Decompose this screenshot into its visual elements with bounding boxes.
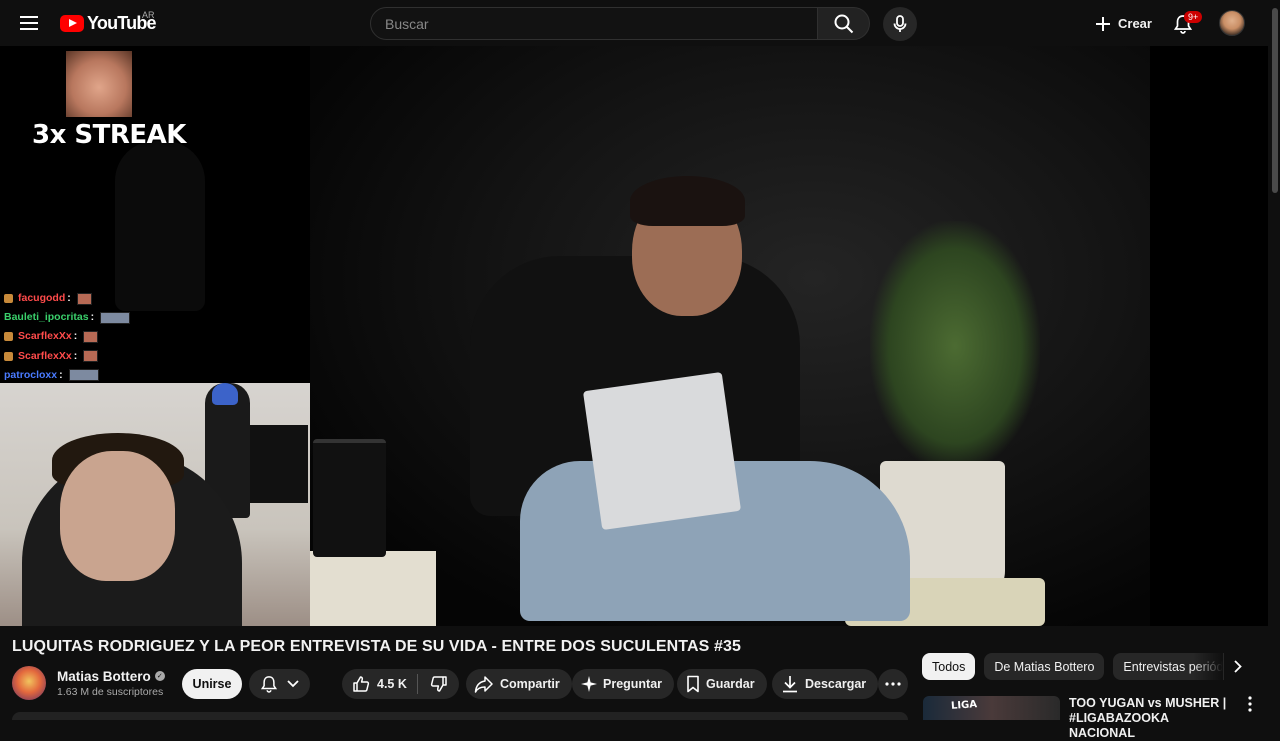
pedestal-image: [310, 551, 436, 626]
create-button[interactable]: Crear: [1086, 7, 1164, 40]
chat-badge-icon: [4, 294, 13, 304]
chat-emote: [68, 369, 99, 382]
chat-emote: [83, 350, 99, 363]
video-title: LUQUITAS RODRIGUEZ Y LA PEOR ENTREVISTA …: [12, 638, 741, 655]
more-actions-button[interactable]: [878, 669, 908, 699]
thumbnail-text: LIGA: [950, 699, 978, 712]
chips-next-button[interactable]: [1224, 653, 1251, 680]
chat-message: ScarflexXx :: [4, 347, 130, 366]
chat-username: Bauleti_ipocritas: [4, 311, 89, 324]
channel-name-link[interactable]: Matias Bottero ✓: [57, 669, 165, 684]
search-icon: [834, 14, 853, 33]
channel-avatar[interactable]: [12, 666, 46, 700]
chip-todos[interactable]: Todos: [922, 653, 976, 680]
dislike-button[interactable]: [418, 669, 459, 699]
plus-icon: [1096, 16, 1110, 31]
streak-emote-image: [66, 51, 132, 117]
channel-info: Matias Bottero ✓ 1.63 M de suscriptores: [12, 666, 165, 700]
sparkle-icon: [581, 676, 597, 692]
save-label: Guardar: [706, 677, 755, 691]
chevron-down-icon: [286, 680, 299, 688]
scrollbar-thumb[interactable]: [1272, 8, 1278, 193]
download-icon: [783, 676, 797, 693]
more-horizontal-icon: [885, 682, 901, 686]
cap-image: [115, 141, 205, 311]
country-code: AR: [142, 10, 155, 20]
thumbs-up-icon: [353, 676, 370, 692]
verified-check-icon: ✓: [154, 671, 165, 681]
chat-badge-icon: [4, 351, 13, 361]
ask-button[interactable]: Preguntar: [572, 669, 675, 699]
video-player[interactable]: 3x STREAK facugodd : Bauleti_ipocritas :…: [0, 46, 1268, 626]
chat-emote: [83, 330, 99, 343]
share-label: Compartir: [500, 677, 560, 691]
chat-username: facugodd: [18, 292, 66, 304]
chat-badge-icon: [4, 332, 13, 342]
ask-label: Preguntar: [603, 677, 663, 691]
chat-message: ScarflexXx :: [4, 327, 130, 346]
share-button[interactable]: Compartir: [466, 669, 572, 699]
recommendation-menu-button[interactable]: [1240, 696, 1260, 716]
top-bar: YouTube AR Crear 9+: [0, 0, 1280, 46]
notifications-button[interactable]: 9+: [1166, 7, 1203, 41]
youtube-logo[interactable]: YouTube AR: [60, 10, 157, 34]
webcam-figure-hair-image: [212, 383, 238, 405]
streamer-webcam: [0, 383, 310, 626]
subscriber-count: 1.63 M de suscriptores: [57, 685, 164, 698]
mug-image: [313, 439, 386, 557]
microphone-icon: [893, 15, 907, 32]
chips-fade: [1193, 653, 1223, 680]
account-avatar[interactable]: [1219, 10, 1245, 36]
plant-image: [870, 221, 1040, 471]
page-scrollbar[interactable]: [1270, 0, 1280, 720]
voice-search-button[interactable]: [883, 7, 917, 41]
guest-hair-image: [630, 176, 745, 226]
search-bar: [370, 7, 870, 40]
bookmark-icon: [687, 675, 699, 693]
notification-badge: 9+: [1184, 11, 1203, 23]
like-dislike-group: 4.5 K: [342, 669, 459, 699]
share-icon: [474, 676, 493, 693]
save-button[interactable]: Guardar: [677, 669, 767, 699]
chat-username: ScarflexXx: [18, 349, 72, 362]
description-box[interactable]: [12, 712, 908, 720]
subscription-notifications-button[interactable]: [249, 669, 310, 699]
like-button[interactable]: 4.5 K: [342, 669, 417, 699]
stream-chat: facugodd : Bauleti_ipocritas : ScarflexX…: [4, 289, 131, 385]
menu-icon[interactable]: [14, 7, 46, 39]
search-input[interactable]: [370, 7, 818, 40]
channel-name: Matias Bottero: [57, 668, 151, 684]
chat-message: Bauleti_ipocritas :: [4, 308, 131, 327]
chat-emote: [76, 292, 92, 305]
download-label: Descargar: [805, 677, 867, 691]
search-button[interactable]: [818, 7, 870, 40]
recommendation-thumbnail[interactable]: LIGA: [923, 696, 1060, 720]
chip-channel[interactable]: De Matias Bottero: [984, 653, 1105, 680]
more-vertical-icon: [1248, 696, 1252, 712]
chat-emote: [100, 311, 131, 324]
streak-text: 3x STREAK: [32, 120, 186, 150]
thumbs-down-icon: [430, 676, 447, 692]
create-label: Crear: [1118, 16, 1152, 31]
webcam-tv-image: [250, 425, 308, 503]
chat-message: facugodd :: [4, 289, 130, 308]
join-button[interactable]: Unirse: [182, 669, 242, 699]
download-button[interactable]: Descargar: [772, 669, 879, 699]
bell-icon: [260, 676, 277, 693]
youtube-play-icon: [60, 15, 84, 32]
paper-sheets-image: [582, 371, 742, 531]
chat-username: ScarflexXx: [18, 330, 72, 343]
recommendation-title[interactable]: TOO YUGAN vs MUSHER | #LIGABAZOOKA NACIO…: [1069, 696, 1229, 741]
webcam-streamer-face-image: [60, 451, 175, 581]
chevron-right-icon: [1233, 660, 1242, 673]
like-count: 4.5 K: [377, 677, 407, 691]
